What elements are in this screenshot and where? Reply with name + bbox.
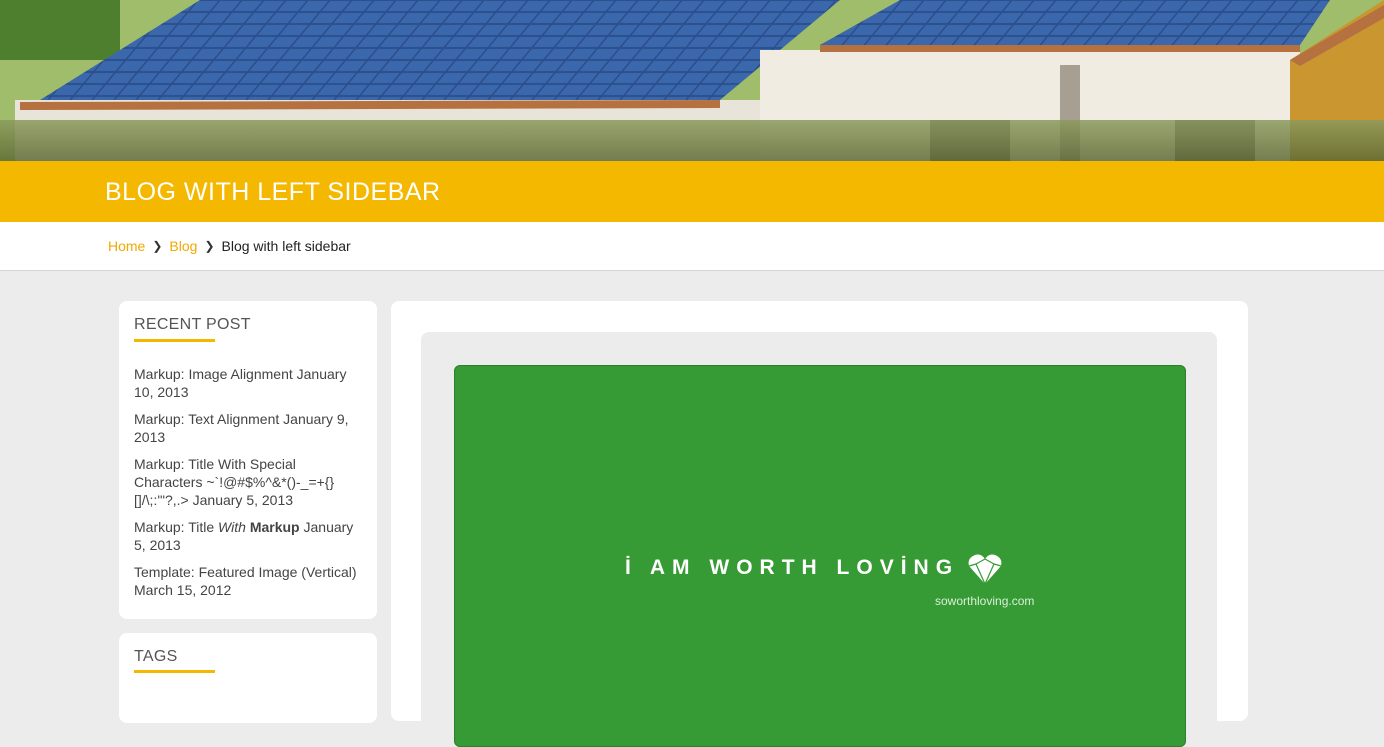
chevron-right-icon: ❯ <box>204 239 215 253</box>
recent-post-link[interactable]: Markup: Title With Special Characters ~`… <box>134 456 334 508</box>
recent-post-link[interactable]: Template: Featured Image (Vertical) Marc… <box>134 564 357 598</box>
breadcrumb-current: Blog with left sidebar <box>221 238 351 254</box>
widget-heading: TAGS <box>134 648 178 665</box>
recent-post-widget: RECENT POST Markup: Image Alignment Janu… <box>119 301 377 619</box>
post-card: İ AM WORTH LOVİNG soworthloving.com <box>421 332 1217 747</box>
featured-site-url: soworthloving.com <box>935 594 1035 608</box>
breadcrumb: Home ❯ Blog ❯ Blog with left sidebar <box>0 222 1384 271</box>
list-item: Template: Featured Image (Vertical) Marc… <box>134 563 359 599</box>
heading-underline <box>134 670 215 673</box>
diamond-heart-icon <box>968 554 1002 586</box>
featured-slogan: İ AM WORTH LOVİNG <box>625 556 960 579</box>
solar-house-image <box>0 0 1384 161</box>
chevron-right-icon: ❯ <box>152 239 163 253</box>
list-item: Markup: Text Alignment January 9, 2013 <box>134 410 359 446</box>
list-item: Markup: Image Alignment January 10, 2013 <box>134 365 359 401</box>
featured-image[interactable]: İ AM WORTH LOVİNG soworthloving.com <box>454 365 1186 747</box>
recent-post-link[interactable]: Markup: Image Alignment January 10, 2013 <box>134 366 346 400</box>
recent-post-list: Markup: Image Alignment January 10, 2013… <box>134 365 359 608</box>
list-item: Markup: Title With Special Characters ~`… <box>134 455 359 509</box>
breadcrumb-home-link[interactable]: Home <box>108 238 145 254</box>
recent-post-link[interactable]: Markup: Text Alignment January 9, 2013 <box>134 411 349 445</box>
page-title-bar: BLOG WITH LEFT SIDEBAR <box>0 161 1384 222</box>
recent-post-link[interactable]: Markup: Title With Markup January 5, 201… <box>134 519 353 553</box>
page-title: BLOG WITH LEFT SIDEBAR <box>105 178 441 206</box>
breadcrumb-blog-link[interactable]: Blog <box>169 238 197 254</box>
heading-underline <box>134 339 215 342</box>
list-item: Markup: Title With Markup January 5, 201… <box>134 518 359 554</box>
tags-widget: TAGS <box>119 633 377 723</box>
hero-banner <box>0 0 1384 161</box>
main-content: İ AM WORTH LOVİNG soworthloving.com <box>391 301 1248 747</box>
widget-heading: RECENT POST <box>134 316 251 333</box>
